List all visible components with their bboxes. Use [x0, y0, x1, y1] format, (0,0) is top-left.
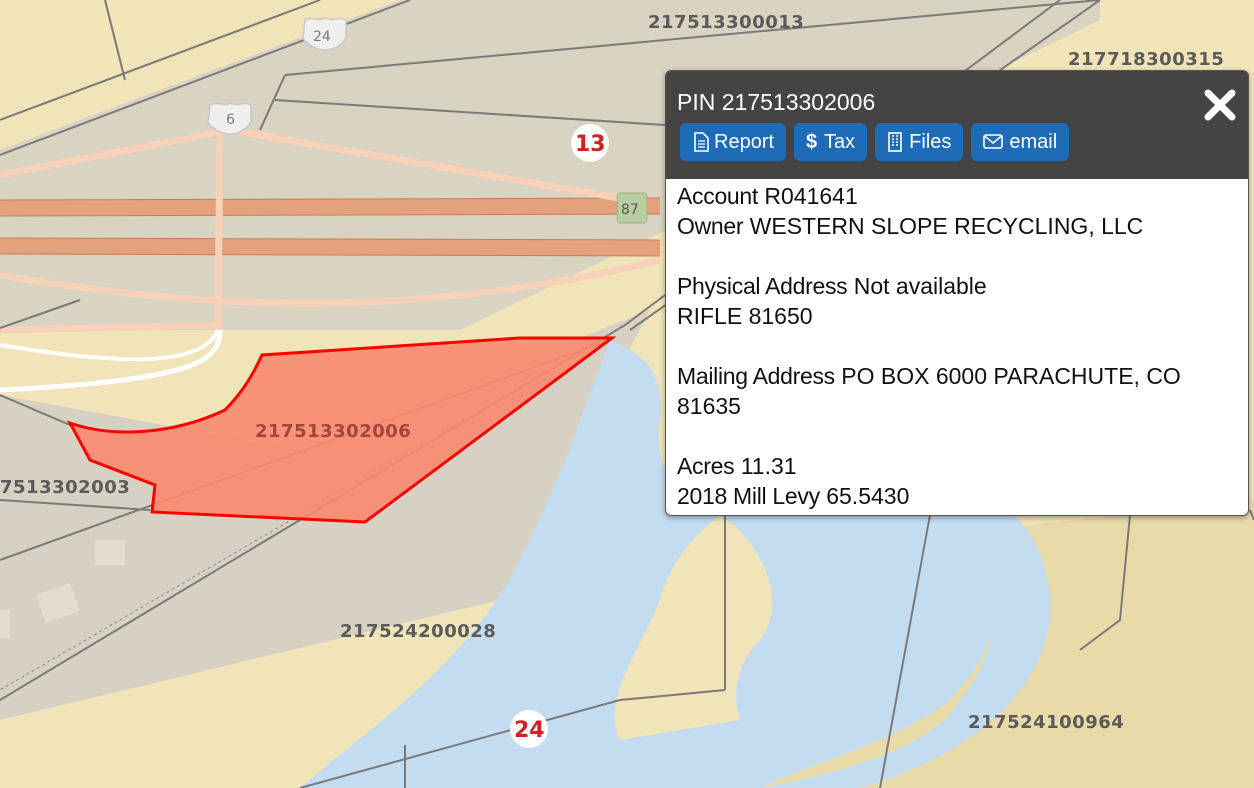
owner-label: Owner	[677, 213, 744, 239]
route-marker: 13	[571, 124, 609, 162]
popup-header: PIN 217513302006 Report $ Tax Files emai…	[666, 71, 1248, 179]
physical-address-row: Physical Address Not available	[677, 271, 1238, 301]
report-button[interactable]: Report	[680, 123, 787, 161]
mailing-address-value: PO BOX 6000 PARACHUTE, CO	[841, 363, 1181, 389]
tax-label: Tax	[824, 130, 856, 153]
physical-address-line2: RIFLE 81650	[677, 303, 813, 329]
acres-row: Acres 11.31	[677, 451, 1238, 481]
account-label: Account	[677, 183, 759, 209]
mill-levy-value: 65.5430	[826, 483, 910, 509]
route-marker: 24	[510, 710, 548, 748]
owner-row: Owner WESTERN SLOPE RECYCLING, LLC	[677, 211, 1238, 241]
close-x-icon[interactable]	[1202, 87, 1238, 123]
report-label: Report	[714, 130, 775, 153]
physical-address-label: Physical Address	[677, 273, 848, 299]
popup-body: Account R041641 Owner WESTERN SLOPE RECY…	[666, 179, 1248, 511]
popup-title: PIN 217513302006	[677, 89, 876, 115]
building	[0, 610, 10, 638]
dollar-icon: $	[806, 131, 818, 153]
mill-levy-label: 2018 Mill Levy	[677, 483, 820, 509]
envelope-icon	[983, 132, 1005, 152]
account-row: Account R041641	[677, 181, 1238, 211]
tax-button[interactable]: $ Tax	[794, 123, 868, 161]
physical-address-value: Not available	[853, 273, 987, 299]
mailing-address-label: Mailing Address	[677, 363, 835, 389]
parcel-label: 7513302003	[0, 477, 130, 498]
svg-text:24: 24	[313, 29, 331, 45]
document-icon	[692, 132, 710, 152]
parcel-label: 217513300013	[648, 12, 804, 33]
owner-value: WESTERN SLOPE RECYCLING, LLC	[749, 213, 1144, 239]
parcel-info-popup: PIN 217513302006 Report $ Tax Files emai…	[665, 70, 1249, 516]
mailing-address-line2: 81635	[677, 393, 741, 419]
account-value: R041641	[764, 183, 858, 209]
selected-parcel-label: 217513302006	[255, 421, 411, 442]
files-label: Files	[909, 130, 952, 153]
acres-label: Acres	[677, 453, 735, 479]
parcel-label: 217718300315	[1068, 49, 1224, 70]
mill-levy-row: 2018 Mill Levy 65.5430	[677, 481, 1238, 511]
us-route-shield-icon: 6	[207, 102, 252, 135]
parcel-label: 217524200028	[340, 621, 496, 642]
highway-eastbound	[0, 198, 660, 216]
email-button[interactable]: email	[971, 123, 1070, 161]
building	[95, 540, 125, 565]
email-label: email	[1009, 130, 1058, 153]
us-route-shield-icon: 24	[302, 17, 347, 51]
svg-text:6: 6	[226, 112, 235, 128]
building-icon	[887, 132, 905, 152]
highway-westbound	[0, 238, 661, 256]
files-button[interactable]: Files	[875, 123, 964, 161]
mailing-address-row: Mailing Address PO BOX 6000 PARACHUTE, C…	[677, 361, 1238, 391]
svg-text:24: 24	[514, 718, 545, 743]
svg-text:13: 13	[575, 132, 606, 157]
popup-toolbar: Report $ Tax Files email	[680, 123, 1070, 161]
parcel-label: 217524100964	[968, 712, 1124, 733]
acres-value: 11.31	[740, 453, 797, 479]
svg-text:87: 87	[621, 202, 639, 218]
state-highway-shield-icon: 87	[616, 192, 648, 224]
